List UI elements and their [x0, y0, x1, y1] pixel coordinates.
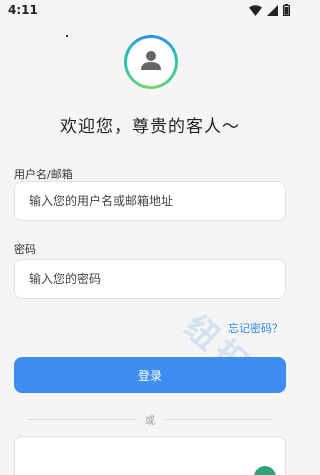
welcome-title: 欢迎您，尊贵的客人～	[60, 117, 240, 137]
divider-text: 或	[145, 415, 155, 427]
username-input[interactable]	[29, 194, 271, 208]
username-label: 用户名/邮箱	[14, 168, 73, 181]
status-bar: 4:11	[0, 0, 300, 20]
user-icon	[140, 49, 162, 75]
signal-icon	[267, 1, 278, 20]
divider-line-right	[165, 418, 272, 420]
alternate-login-card[interactable]	[14, 436, 286, 475]
status-time: 4:11	[8, 3, 38, 17]
avatar	[124, 35, 178, 89]
password-field[interactable]	[14, 259, 286, 299]
password-label: 密码	[14, 243, 36, 256]
battery-icon	[283, 1, 291, 20]
wifi-icon	[249, 1, 262, 20]
status-icons	[249, 1, 291, 20]
avatar-inner	[127, 38, 175, 86]
username-field[interactable]	[14, 181, 286, 221]
forgot-password-link[interactable]: 忘记密码？	[228, 320, 283, 336]
password-input[interactable]	[29, 272, 271, 286]
or-divider: 或	[28, 412, 272, 427]
divider-line-left	[28, 418, 135, 420]
login-button[interactable]: 登录	[14, 357, 286, 393]
stray-dot	[66, 35, 68, 37]
